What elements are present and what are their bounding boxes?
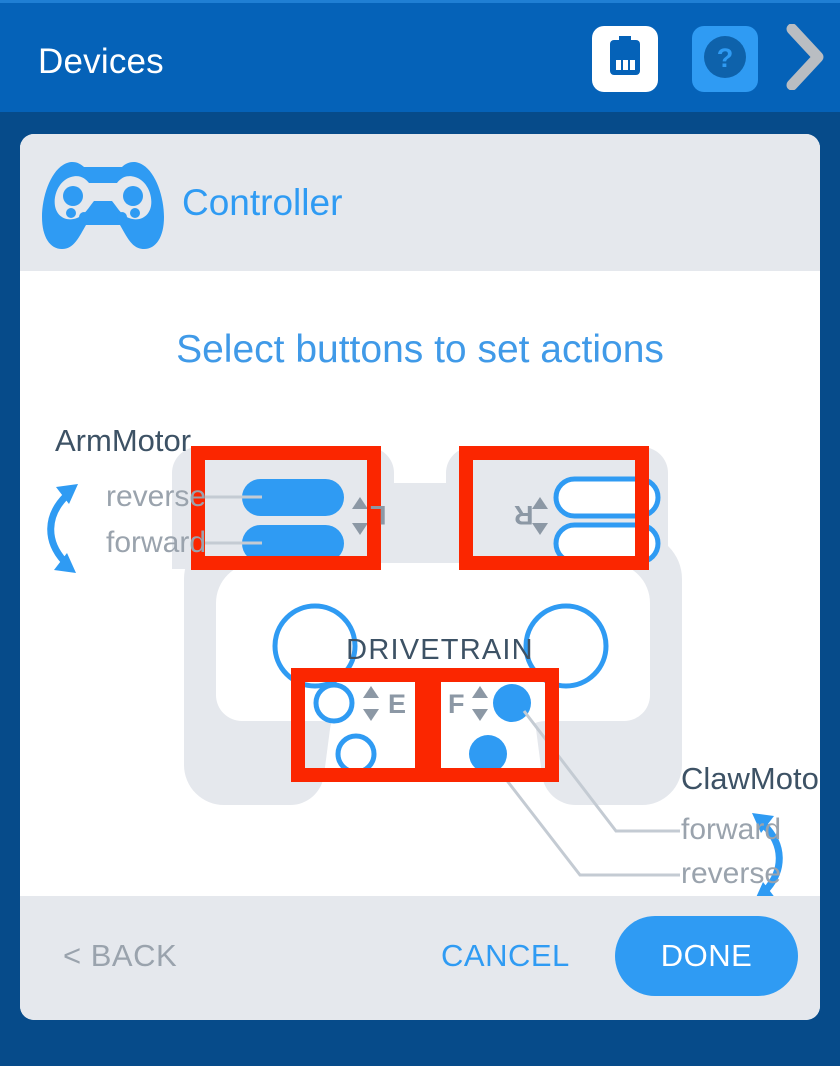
controller-card: Controller Select buttons to set actions: [20, 134, 820, 1020]
help-button[interactable]: ?: [692, 26, 758, 92]
header-actions: ?: [592, 6, 840, 112]
button-group-E[interactable]: [298, 675, 422, 775]
button-group-L[interactable]: [198, 453, 374, 563]
right-motor-name: ClawMotor: [681, 761, 820, 796]
back-button[interactable]: < BACK: [63, 938, 177, 974]
page-title: Devices: [38, 42, 164, 81]
card-footer: < BACK CANCEL DONE: [20, 896, 820, 1020]
gamepad-icon: [38, 153, 168, 253]
done-button[interactable]: DONE: [615, 916, 798, 996]
right-motor-action-reverse: reverse: [681, 857, 782, 890]
svg-text:?: ?: [717, 43, 734, 73]
left-motor-name: ArmMotor: [55, 423, 192, 458]
card-header: Controller: [20, 134, 820, 271]
controller-graphic: DRIVETRAIN: [47, 446, 783, 896]
card-title: Controller: [182, 181, 343, 223]
drivetrain-label: DRIVETRAIN: [346, 634, 534, 666]
right-motor-action-forward: forward: [681, 813, 782, 846]
battery-button[interactable]: [592, 26, 658, 92]
app-root: Devices ? Controller Select buttons to s…: [0, 0, 840, 1066]
left-motor-action-forward: forward: [106, 526, 207, 559]
app-header: Devices ?: [0, 6, 840, 112]
controller-diagram: DRIVETRAIN ArmMotor reverse forward Claw…: [20, 271, 820, 896]
help-question-icon: ?: [702, 34, 748, 85]
button-group-R[interactable]: [466, 453, 642, 563]
battery-icon: [608, 35, 642, 83]
chevron-right-icon: [784, 23, 826, 95]
cancel-button[interactable]: CANCEL: [441, 938, 570, 974]
left-motor-action-reverse: reverse: [106, 480, 207, 513]
button-group-F[interactable]: [434, 675, 552, 775]
next-page-button[interactable]: [776, 23, 834, 95]
